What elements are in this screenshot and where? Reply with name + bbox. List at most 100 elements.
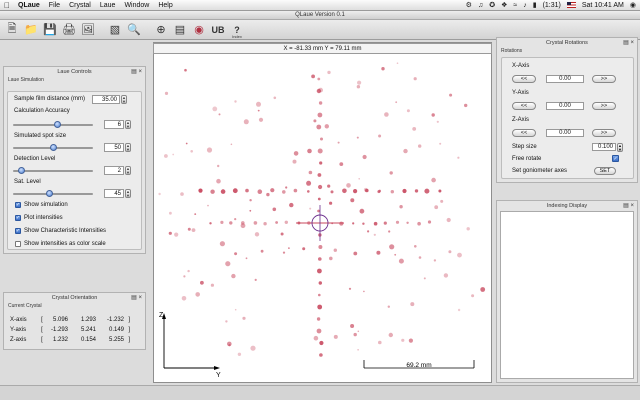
diffraction-spot [234, 100, 237, 103]
laue-pattern-canvas[interactable]: Z Y 69.2 mm [154, 55, 491, 382]
target-icon[interactable]: ◉ [191, 22, 207, 38]
battery-icon[interactable]: ▮ [533, 1, 537, 9]
detection-level-spinner[interactable]: 2 ▲ ▼ [104, 166, 131, 175]
spot-size-spinner[interactable]: 50 ▲ ▼ [104, 143, 131, 152]
checkmark-icon[interactable]: ✓ [15, 228, 21, 234]
show-characteristic-checkbox[interactable]: ✓ Show Characteristic Intensities [15, 228, 106, 234]
center-marker[interactable] [296, 205, 344, 241]
y-rotation-input[interactable]: 0.00 [546, 102, 584, 110]
calc-accuracy-spinner[interactable]: 6 ▲ ▼ [104, 120, 131, 129]
diffraction-spot [390, 190, 394, 194]
checkmark-icon[interactable]: ✓ [15, 202, 21, 208]
wifi-icon[interactable]: ≈ [513, 2, 517, 9]
x-rotate-left-button[interactable]: << [512, 75, 536, 83]
spot-size-slider[interactable] [13, 143, 93, 152]
x-rotate-right-button[interactable]: >> [592, 75, 616, 83]
calc-accuracy-slider[interactable] [13, 120, 93, 129]
spinner-arrows-icon[interactable]: ▲ ▼ [125, 143, 131, 152]
x-rotation-input[interactable]: 0.00 [546, 75, 584, 83]
z-rotate-right-button[interactable]: >> [592, 129, 616, 137]
y-rotate-right-button[interactable]: >> [592, 102, 616, 110]
image-icon[interactable]: 🖼 [80, 22, 96, 38]
ub-matrix-button[interactable]: UB [210, 22, 226, 38]
diffraction-spot [210, 189, 215, 194]
film-distance-input[interactable]: 35.00 [92, 95, 120, 104]
diffraction-spot [225, 320, 228, 323]
diffraction-spot [318, 101, 323, 105]
free-rotate-label: Free rotate [512, 156, 542, 162]
zoom-image-icon[interactable]: 🔍 [126, 22, 142, 38]
spinner-arrows-icon[interactable]: ▲ ▼ [125, 166, 131, 175]
diffraction-spot [378, 340, 382, 345]
diffraction-spot [198, 188, 203, 193]
crystal-rotations-panel: Crystal Rotations ▤ × Rotations X-Axis <<… [496, 37, 638, 183]
apple-menu-icon[interactable]:  [4, 1, 10, 10]
battery-time[interactable]: (1:31) [543, 2, 561, 9]
sat-level-slider[interactable] [13, 189, 93, 198]
slider-knob[interactable] [54, 121, 61, 128]
show-simulation-checkbox[interactable]: ✓ Show simulation [15, 202, 68, 208]
diffraction-spot [292, 159, 297, 164]
z-rotate-left-button[interactable]: << [512, 129, 536, 137]
status-icon-1[interactable]: ⚙ [466, 1, 472, 9]
panel-float-close-icon[interactable]: ▤ × [131, 67, 142, 77]
spinner-arrows-icon[interactable]: ▲ ▼ [125, 189, 131, 198]
open-file-icon[interactable]: 📁 [23, 22, 39, 38]
sat-level-input[interactable]: 45 [104, 189, 124, 198]
new-file-icon[interactable]: 🗎 [4, 22, 20, 38]
color-scale-checkbox[interactable]: Show intensities as color scale [15, 241, 106, 247]
panel-float-close-icon[interactable]: ▤ × [623, 201, 634, 211]
set-goniometer-button[interactable]: SET [594, 167, 616, 175]
crystal-icon[interactable]: ▧ [107, 22, 123, 38]
bluetooth-icon[interactable]: ❖ [501, 1, 507, 9]
input-flag-icon[interactable] [566, 2, 576, 8]
calc-accuracy-input[interactable]: 6 [104, 120, 124, 129]
detection-level-input[interactable]: 2 [104, 166, 124, 175]
print-icon[interactable]: 🖨 [61, 22, 77, 38]
unchecked-box-icon[interactable] [15, 241, 21, 247]
slider-knob[interactable] [50, 144, 57, 151]
spot-size-input[interactable]: 50 [104, 143, 124, 152]
index-button[interactable]: ? Index [229, 22, 245, 39]
y-rotate-left-button[interactable]: << [512, 102, 536, 110]
menu-file[interactable]: File [49, 2, 60, 9]
panel-float-close-icon[interactable]: ▤ × [623, 38, 634, 48]
diffraction-spot [396, 62, 399, 64]
diffraction-spot [318, 245, 323, 249]
diffraction-spot [234, 218, 237, 221]
spinner-arrows-icon[interactable]: ▲ ▼ [121, 95, 127, 104]
crosshair-icon[interactable]: ⊕ [153, 22, 169, 38]
menubar-clock[interactable]: Sat 10:41 AM [582, 2, 624, 9]
checkmark-icon[interactable]: ✓ [15, 215, 21, 221]
laue-section-label: Laue Simulation [8, 77, 44, 83]
menu-app[interactable]: QLaue [18, 2, 40, 9]
diffraction-spot [339, 221, 344, 226]
panel-float-close-icon[interactable]: ▤ × [131, 293, 142, 303]
ub-label: UB [211, 24, 225, 35]
row-value: -1.293 [50, 327, 68, 333]
volume-icon[interactable]: ♪ [523, 2, 527, 9]
spinner-arrows-icon[interactable]: ▲ ▼ [617, 143, 623, 152]
step-size-input[interactable]: 0.100 [592, 143, 616, 151]
diffraction-spot [406, 109, 410, 113]
indexing-canvas[interactable] [500, 211, 634, 379]
menu-window[interactable]: Window [124, 2, 149, 9]
film-distance-spinner[interactable]: 35.00 ▲ ▼ [92, 95, 127, 104]
spotlight-icon[interactable]: ◉ [630, 1, 636, 9]
menu-laue[interactable]: Laue [100, 2, 116, 9]
detection-level-slider[interactable] [13, 166, 93, 175]
status-icon-3[interactable]: ✪ [489, 1, 495, 9]
plot-intensities-checkbox[interactable]: ✓ Plot intensities [15, 215, 63, 221]
save-icon[interactable]: 💾 [42, 22, 58, 38]
ruler-icon[interactable]: ▤ [172, 22, 188, 38]
slider-knob[interactable] [46, 190, 53, 197]
sat-level-spinner[interactable]: 45 ▲ ▼ [104, 189, 131, 198]
status-icon-2[interactable]: ♫ [478, 2, 483, 9]
menu-crystal[interactable]: Crystal [69, 2, 91, 9]
free-rotate-checkbox[interactable]: ✓ [612, 155, 619, 162]
spinner-arrows-icon[interactable]: ▲ ▼ [125, 120, 131, 129]
slider-knob[interactable] [18, 167, 25, 174]
row-bracket: [ [41, 327, 43, 333]
z-rotation-input[interactable]: 0.00 [546, 129, 584, 137]
menu-help[interactable]: Help [158, 2, 172, 9]
